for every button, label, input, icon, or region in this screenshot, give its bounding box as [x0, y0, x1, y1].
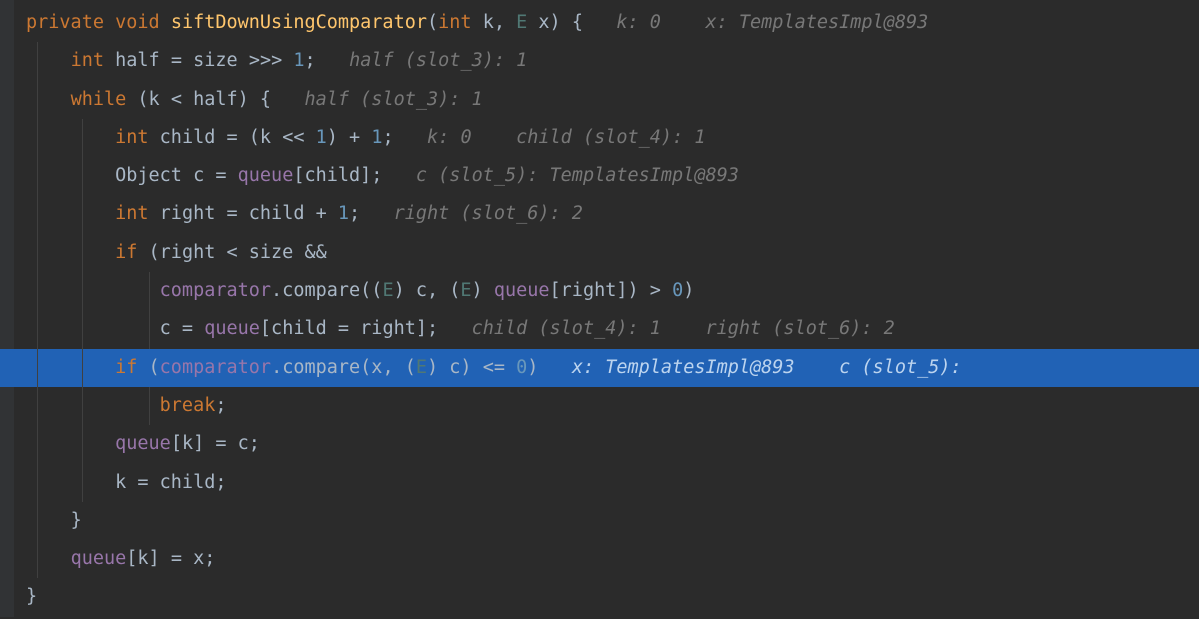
code-line[interactable]: queue[k] = x;	[0, 540, 1199, 578]
keyword: if	[115, 242, 137, 263]
code-line[interactable]: comparator.compare((E) c, (E) queue[righ…	[0, 272, 1199, 310]
inline-debug-hint: c (slot_5): TemplatesImpl@893	[416, 165, 739, 186]
keyword: int	[71, 50, 104, 71]
field: queue	[71, 548, 127, 569]
keyword: private	[26, 12, 104, 33]
type: int	[438, 12, 471, 33]
keyword: if	[115, 357, 137, 378]
inline-debug-hint: right (slot_6): 2	[394, 203, 583, 224]
code-line[interactable]: }	[0, 502, 1199, 540]
field: comparator	[160, 357, 271, 378]
number: 1	[293, 50, 304, 71]
inline-debug-hint: child (slot_4): 1 right (slot_6): 2	[472, 318, 895, 339]
field: queue	[238, 165, 294, 186]
code-editor[interactable]: private void siftDownUsingComparator(int…	[0, 0, 1199, 617]
inline-debug-hint: k: 0 child (slot_4): 1	[427, 127, 705, 148]
code-line[interactable]: if (right < size &&	[0, 234, 1199, 272]
keyword: break	[160, 395, 216, 416]
code-line[interactable]: c = queue[child = right]; child (slot_4)…	[0, 310, 1199, 348]
generic-type: E	[516, 12, 527, 33]
code-line[interactable]: break;	[0, 387, 1199, 425]
inline-debug-hint: x: TemplatesImpl@893 c (slot_5):	[572, 357, 962, 378]
inline-debug-hint: half (slot_3): 1	[349, 50, 527, 71]
field: queue	[204, 318, 260, 339]
field: queue	[115, 433, 171, 454]
code-line[interactable]: int child = (k << 1) + 1; k: 0 child (sl…	[0, 119, 1199, 157]
code-line[interactable]: private void siftDownUsingComparator(int…	[0, 4, 1199, 42]
code-line[interactable]: int half = size >>> 1; half (slot_3): 1	[0, 42, 1199, 80]
code-line[interactable]: while (k < half) { half (slot_3): 1	[0, 81, 1199, 119]
inline-debug-hint: k: 0 x: TemplatesImpl@893	[616, 12, 928, 33]
code-line[interactable]: k = child;	[0, 464, 1199, 502]
inline-debug-hint: half (slot_3): 1	[304, 89, 482, 110]
keyword: while	[71, 89, 127, 110]
code-line[interactable]: Object c = queue[child]; c (slot_5): Tem…	[0, 157, 1199, 195]
keyword: void	[115, 12, 160, 33]
field: comparator	[160, 280, 271, 301]
function-name: siftDownUsingComparator	[171, 12, 427, 33]
code-line[interactable]: int right = child + 1; right (slot_6): 2	[0, 195, 1199, 233]
code-line-current[interactable]: if (comparator.compare(x, (E) c) <= 0) x…	[0, 349, 1199, 387]
keyword: int	[115, 127, 148, 148]
code-line[interactable]: }	[0, 578, 1199, 616]
code-line[interactable]: queue[k] = c;	[0, 425, 1199, 463]
keyword: int	[115, 203, 148, 224]
